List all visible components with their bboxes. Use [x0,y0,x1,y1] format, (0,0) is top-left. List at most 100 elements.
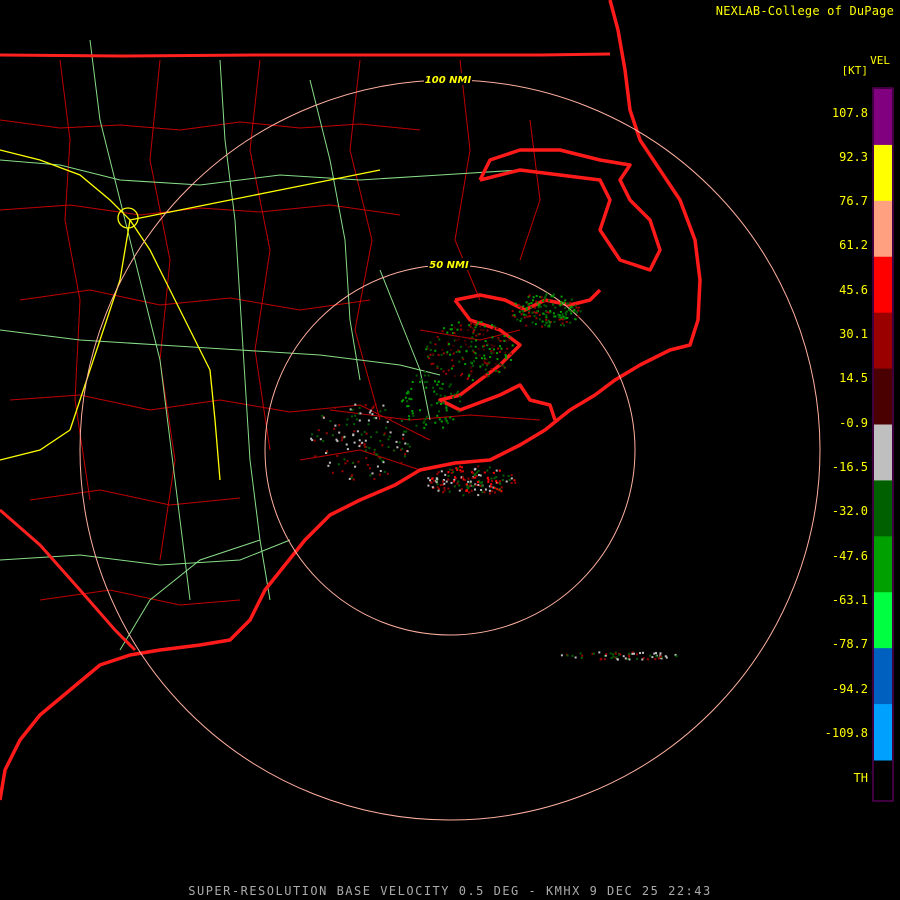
echo-pixel [651,656,654,659]
echo-pixel [552,293,555,296]
echo-pixel [446,331,449,334]
echo-pixel [639,652,641,655]
echo-pixel [408,397,411,400]
echo-pixel [436,365,439,368]
echo-pixel [657,657,660,660]
echo-pixel [612,655,615,658]
echo-pixel [452,480,455,483]
echo-pixel [450,324,453,327]
echo-pixel [427,374,430,377]
echo-pixel [432,386,435,389]
echo-pixel [449,383,452,386]
echo-pixel [486,469,489,472]
echo-pixel [479,474,482,477]
echo-pixel [363,431,366,433]
echo-pixel [374,403,377,406]
echo-pixel [574,304,577,307]
echo-pixel [471,379,474,382]
echo-pixel [441,383,444,385]
echo-pixel [457,410,460,413]
echo-pixel [628,652,631,655]
echo-pixel [364,404,367,407]
echo-pixel [354,465,357,468]
echo-pixel [462,494,465,497]
legend-band [874,592,892,649]
echo-pixel [408,415,411,418]
echo-pixel [338,431,341,434]
echo-pixel [531,311,534,314]
echo-pixel [447,369,450,372]
echo-pixel [442,480,444,483]
echo-pixel [333,427,336,430]
echo-pixel [495,469,498,472]
echo-pixel [450,392,453,395]
echo-pixel [545,314,548,317]
echo-pixel [498,469,501,472]
echo-pixel [454,476,456,479]
echo-pixel [382,404,385,407]
echo-pixel [475,339,478,342]
echo-pixel [369,467,371,470]
echo-pixel [612,653,614,656]
echo-pixel [412,414,415,417]
echo-pixel [554,306,557,309]
echo-pixel [493,344,496,347]
echo-pixel [453,393,456,396]
echo-pixel [447,475,450,477]
echo-pixel [622,655,625,658]
echo-pixel [560,303,563,306]
echo-pixel [504,367,507,370]
echo-pixel [441,348,444,351]
echo-pixel [410,387,413,390]
echo-pixel [398,441,401,444]
echo-pixel [405,430,408,433]
echo-pixel [525,324,528,327]
echo-pixel [536,311,539,314]
echo-pixel [375,417,378,420]
echo-pixel [581,654,584,657]
echo-pixel [379,457,382,460]
echo-pixel [354,414,357,417]
legend-label: 61.2 [839,238,868,252]
echo-pixel [379,470,382,472]
echo-pixel [575,306,578,309]
echo-pixel [480,328,483,331]
echo-pixel [474,467,477,470]
echo-pixel [447,471,450,474]
echo-pixel [517,304,520,307]
legend-label: -47.6 [831,549,868,563]
echo-pixel [465,483,468,486]
echo-pixel [438,338,441,341]
echo-pixel [539,305,542,308]
echo-pixel [516,318,519,321]
echo-pixel [565,313,568,316]
echo-pixel [349,408,352,411]
echo-pixel [431,486,434,489]
echo-pixel [357,460,360,463]
echo-pixel [457,338,460,341]
echo-pixel [371,413,374,416]
echo-pixel [358,419,361,422]
echo-pixel [570,298,573,301]
echo-pixel [510,482,513,484]
echo-pixel [325,432,328,435]
legend-band [874,704,892,761]
echo-pixel [472,329,475,332]
echo-pixel [354,403,357,406]
echo-pixel [496,352,498,355]
echo-pixel [353,441,356,444]
echo-pixel [433,390,436,393]
echo-pixel [464,339,467,342]
echo-pixel [546,325,549,328]
echo-pixel [562,301,565,304]
legend-band [874,144,892,202]
echo-pixel [566,310,568,313]
echo-pixel [381,444,384,447]
echo-pixel [404,453,407,456]
legend-label: 107.8 [831,106,868,120]
echo-pixel [366,464,369,466]
echo-pixel [334,424,337,427]
echo-pixel [483,491,486,494]
echo-pixel [373,417,376,420]
echo-pixel [437,489,440,492]
